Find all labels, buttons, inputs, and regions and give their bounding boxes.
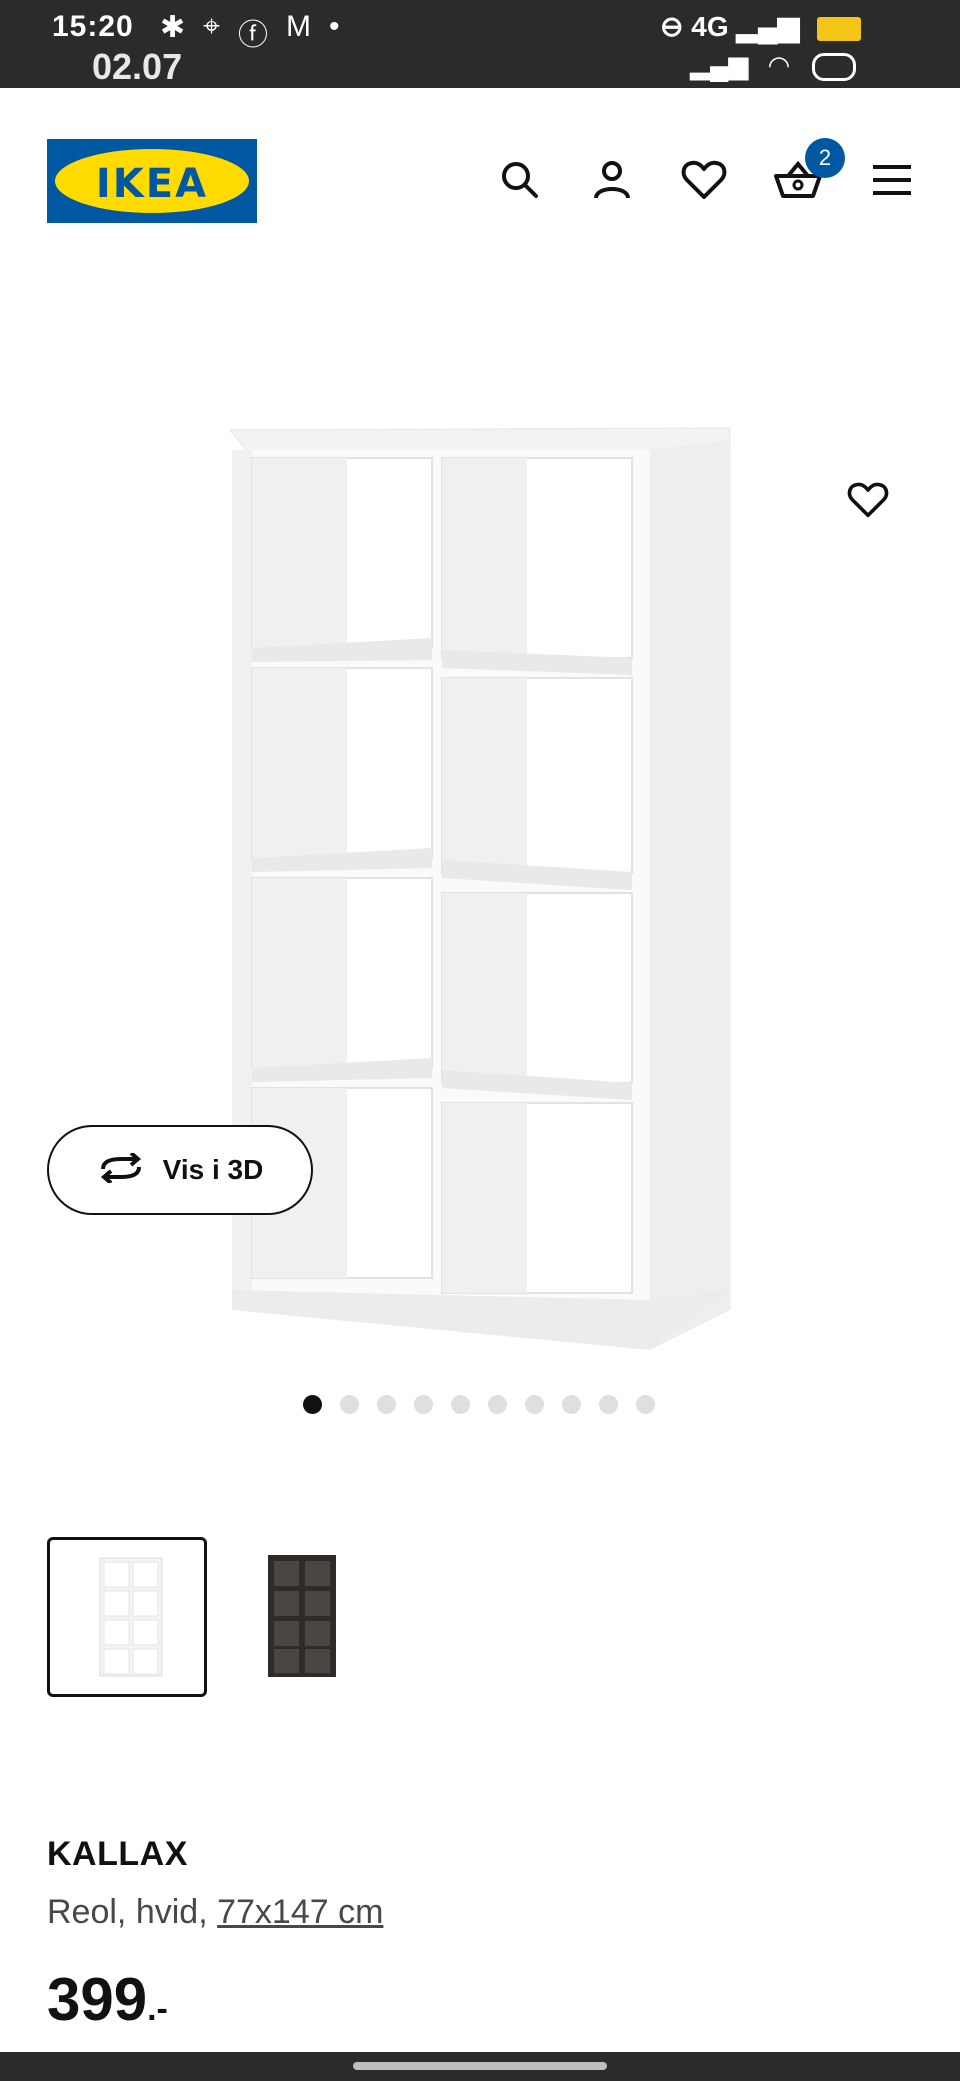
ikea-logo[interactable]: IKEA <box>47 139 257 223</box>
product-description: Reol, hvid, 77x147 cm <box>47 1893 383 1932</box>
variant-thumb-black-brown[interactable] <box>226 1537 386 1697</box>
carousel-dot[interactable] <box>414 1395 433 1414</box>
dot-icon: • <box>329 10 340 43</box>
variant-thumb-white[interactable] <box>47 1537 207 1697</box>
network-label: 4G <box>691 11 729 42</box>
signal-icon: ▂▄▆ <box>736 11 800 42</box>
battery-icon <box>817 16 862 41</box>
black-shelf-thumbnail <box>268 1555 336 1677</box>
rotate-3d-icon <box>97 1150 145 1188</box>
status-right: ⊖ 4G ▂▄▆ <box>660 10 862 43</box>
carousel-dot[interactable] <box>636 1395 655 1414</box>
product-type: Reol, hvid, <box>47 1893 218 1931</box>
status-right-row2: ▂▄▆ ◠ <box>690 50 856 82</box>
carousel-dot[interactable] <box>303 1395 322 1414</box>
status-time: 15:20 <box>52 10 134 43</box>
carousel-dot[interactable] <box>340 1395 359 1414</box>
view-in-3d-button[interactable]: Vis i 3D <box>47 1125 313 1215</box>
location-icon: ⌖ <box>203 10 221 43</box>
mute-icon: ⊖ <box>660 11 684 42</box>
gmail-icon: M <box>286 10 312 43</box>
facebook-icon: ⓕ <box>238 19 269 52</box>
search-icon[interactable] <box>490 150 550 210</box>
logo-text: IKEA <box>95 161 209 207</box>
battery-outline-icon <box>811 53 856 82</box>
kallax-shelf-illustration <box>228 427 732 1350</box>
product-dimensions-link[interactable]: 77x147 cm <box>217 1893 383 1931</box>
notification-icons: ✱ ⌖ ⓕ M • <box>160 10 340 54</box>
menu-icon[interactable] <box>862 150 922 210</box>
white-shelf-thumbnail <box>99 1557 163 1677</box>
price-suffix: .- <box>147 1990 168 2028</box>
status-bar: 15:20 02.07 ✱ ⌖ ⓕ M • ⊖ 4G ▂▄▆ ▂▄▆ ◠ <box>0 0 960 88</box>
product-image[interactable] <box>0 300 960 1380</box>
carousel-dot[interactable] <box>599 1395 618 1414</box>
wifi-icon: ◠ <box>767 50 791 80</box>
carousel-dot[interactable] <box>525 1395 544 1414</box>
product-wishlist-icon[interactable] <box>838 470 898 530</box>
carousel-dot[interactable] <box>488 1395 507 1414</box>
carousel-dot[interactable] <box>451 1395 470 1414</box>
bell-icon: ✱ <box>160 11 186 44</box>
image-carousel-dots <box>303 1395 655 1414</box>
view-in-3d-label: Vis i 3D <box>162 1154 264 1185</box>
account-icon[interactable] <box>582 150 642 210</box>
carousel-dot[interactable] <box>377 1395 396 1414</box>
price-value: 399 <box>47 1966 148 2033</box>
product-name: KALLAX <box>47 1835 188 1873</box>
signal-icon: ▂▄▆ <box>690 50 749 80</box>
product-price: 399.- <box>47 1965 168 2034</box>
cart-count-badge: 2 <box>805 138 845 178</box>
home-indicator[interactable] <box>353 2062 607 2070</box>
carousel-dot[interactable] <box>562 1395 581 1414</box>
wishlist-icon[interactable] <box>674 150 734 210</box>
